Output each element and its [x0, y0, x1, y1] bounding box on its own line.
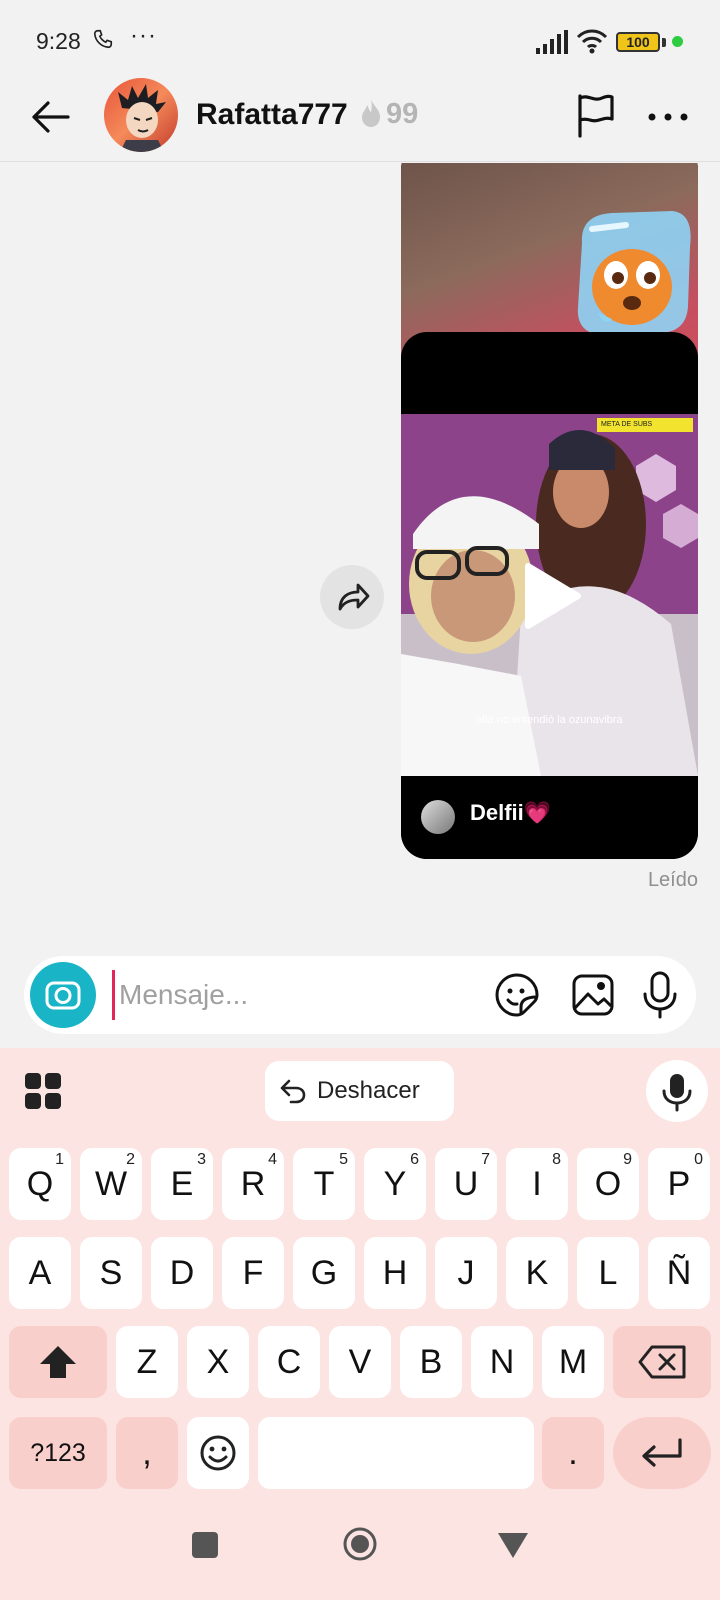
key-s[interactable]: S	[80, 1237, 142, 1309]
backspace-key[interactable]	[613, 1326, 711, 1398]
key-g[interactable]: G	[293, 1237, 355, 1309]
key-l[interactable]: L	[577, 1237, 639, 1309]
key-y[interactable]: Y6	[364, 1148, 426, 1220]
more-icon[interactable]	[646, 102, 690, 132]
status-time: 9:28	[36, 28, 81, 54]
key-r[interactable]: R4	[222, 1148, 284, 1220]
read-receipt: Leído	[647, 869, 698, 891]
backspace-icon	[638, 1345, 686, 1379]
recents-icon[interactable]	[192, 1532, 218, 1558]
home-icon[interactable]	[342, 1526, 378, 1562]
comma-key[interactable]: ,	[116, 1417, 178, 1489]
camera-button[interactable]	[30, 962, 96, 1028]
key-u[interactable]: U7	[435, 1148, 497, 1220]
symbols-key[interactable]: ?123	[9, 1417, 107, 1489]
status-overflow: ···	[130, 22, 157, 49]
play-icon[interactable]	[518, 560, 584, 632]
apps-grid-icon[interactable]	[24, 1072, 62, 1110]
key-v[interactable]: V	[329, 1326, 391, 1398]
flame-icon	[362, 99, 380, 127]
space-key[interactable]	[258, 1417, 534, 1489]
message-composer	[24, 956, 696, 1034]
video-overlay-tag: META DE SUBS	[597, 418, 693, 432]
emoji-icon	[200, 1435, 236, 1471]
avatar[interactable]	[104, 78, 178, 152]
signal-icon	[536, 30, 568, 54]
voice-typing-button[interactable]	[646, 1060, 708, 1122]
undo-button[interactable]: Deshacer	[265, 1061, 454, 1121]
microphone-icon[interactable]	[638, 970, 682, 1020]
key-b[interactable]: B	[400, 1326, 462, 1398]
key-w[interactable]: W2	[80, 1148, 142, 1220]
microphone-icon	[662, 1074, 692, 1112]
gallery-icon[interactable]	[570, 972, 616, 1018]
key-z[interactable]: Z	[116, 1326, 178, 1398]
key-q[interactable]: Q1	[9, 1148, 71, 1220]
wifi-icon	[576, 29, 608, 54]
key-i[interactable]: I8	[506, 1148, 568, 1220]
shift-icon	[40, 1346, 76, 1378]
enter-key[interactable]	[613, 1417, 711, 1489]
key-x[interactable]: X	[187, 1326, 249, 1398]
chat-username[interactable]: Rafatta777	[196, 98, 348, 132]
undo-icon	[280, 1079, 306, 1104]
enter-icon	[642, 1438, 682, 1467]
streak-count: 99	[386, 98, 419, 130]
message-input[interactable]	[112, 970, 492, 1020]
video-author-row[interactable]: Delfii💗	[401, 776, 698, 859]
key-h[interactable]: H	[364, 1237, 426, 1309]
undo-label: Deshacer	[317, 1077, 420, 1104]
key-j[interactable]: J	[435, 1237, 497, 1309]
camera-icon	[45, 981, 81, 1010]
shared-video-card[interactable]: META DE SUBS ella no entendió la ozunavi…	[401, 332, 698, 859]
key-d[interactable]: D	[151, 1237, 213, 1309]
key-a[interactable]: A	[9, 1237, 71, 1309]
video-thumbnail[interactable]: META DE SUBS ella no entendió la ozunavi…	[401, 414, 698, 776]
sticker-icon[interactable]	[494, 972, 540, 1018]
key-f[interactable]: F	[222, 1237, 284, 1309]
key-c[interactable]: C	[258, 1326, 320, 1398]
ice-cube-sticker[interactable]	[568, 203, 698, 343]
forward-button[interactable]	[320, 565, 384, 629]
battery-icon: 100	[616, 32, 660, 52]
flag-icon[interactable]	[574, 92, 618, 138]
key-k[interactable]: K	[506, 1237, 568, 1309]
key-p[interactable]: P0	[648, 1148, 710, 1220]
forward-icon	[338, 583, 370, 611]
key-m[interactable]: M	[542, 1326, 604, 1398]
key-e[interactable]: E3	[151, 1148, 213, 1220]
privacy-indicator	[672, 36, 683, 47]
back-arrow-icon[interactable]	[28, 94, 74, 140]
author-avatar	[421, 800, 455, 834]
phone-icon	[92, 28, 114, 56]
video-caption: ella no entendió la ozunavibra	[476, 714, 623, 726]
battery-level: 100	[626, 34, 650, 50]
period-key[interactable]: .	[542, 1417, 604, 1489]
key-t[interactable]: T5	[293, 1148, 355, 1220]
key-o[interactable]: O9	[577, 1148, 639, 1220]
system-nav-bar	[0, 1500, 720, 1600]
shift-key[interactable]	[9, 1326, 107, 1398]
chat-thread[interactable]: valexdemi	[0, 163, 720, 953]
key-n[interactable]: N	[471, 1326, 533, 1398]
author-name: Delfii💗	[470, 800, 552, 825]
status-bar: 9:28 ··· 100	[0, 0, 720, 84]
nav-back-icon[interactable]	[496, 1530, 530, 1560]
battery-tip	[662, 38, 666, 47]
chat-header: Rafatta777 99	[0, 74, 720, 162]
emoji-key[interactable]	[187, 1417, 249, 1489]
key-enie[interactable]: Ñ	[648, 1237, 710, 1309]
